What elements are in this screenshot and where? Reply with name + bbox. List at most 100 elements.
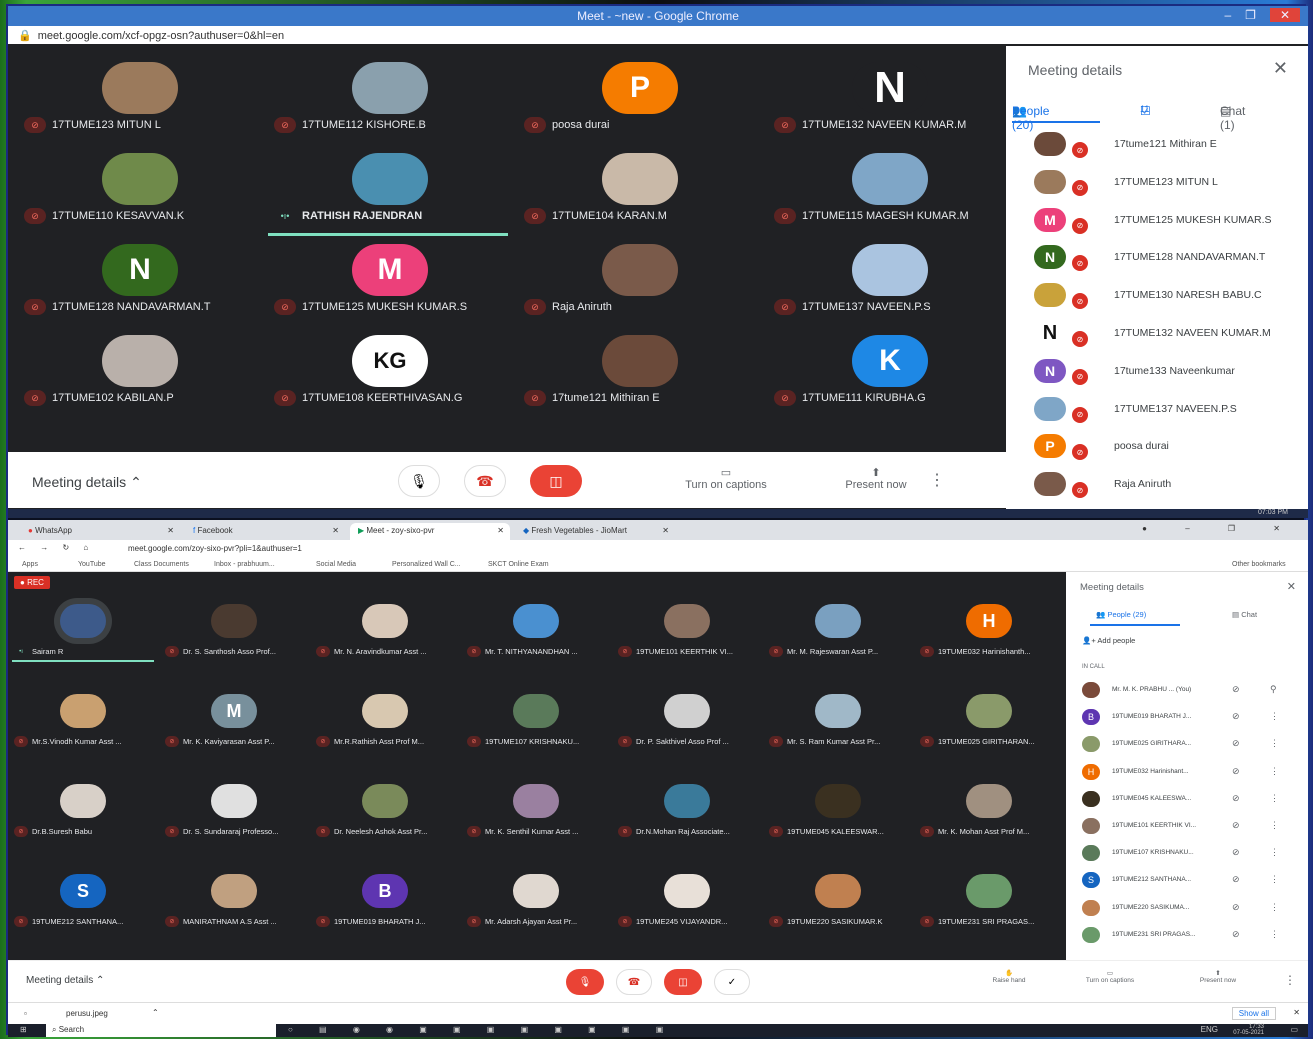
bookmark-item[interactable]: SKCT Online Exam [488,561,549,568]
check-button[interactable]: ✓ [714,969,750,995]
add-people-button[interactable]: 👤+ Add people [1082,636,1135,645]
captions-button[interactable]: ▭ Turn on captions [1070,969,1150,984]
more-options-icon[interactable]: ⋮ [1270,929,1279,940]
close-icon[interactable]: ✕ [1293,1008,1300,1017]
participant-row[interactable]: 19TUME101 KEERTHIK VI... ⊘ ⋮ [1066,812,1308,839]
tab-3[interactable]: ◆ Fresh Vegetables - JioMart ✕ [515,523,675,540]
participant-tile[interactable]: ⊘ 17TUME102 KABILAN.P [14,329,262,420]
participant-tile[interactable]: ⊘ MANIRATHNAM A.S Asst ... [159,862,309,952]
participant-tile[interactable]: ⊘ Dr.B.Suresh Babu [8,772,158,862]
participant-tile[interactable]: KG ⊘ 17TUME108 KEERTHIVASAN.G [264,329,512,420]
participant-tile[interactable]: ⊘ 19TUME231 SRI PRAGAS... [914,862,1064,952]
tab-chat[interactable]: ▤ Chat [1232,610,1257,619]
participant-tile[interactable]: M ⊘ Mr. K. Kaviyarasan Asst P... [159,682,309,772]
address-bar[interactable]: ← → ↻ ⌂ meet.google.com/zoy-sixo-pvr?pli… [8,540,1308,558]
bookmark-item[interactable]: Personalized Wall C... [392,561,461,568]
mic-button[interactable]: 🎙 [398,465,440,497]
participant-row[interactable]: B 19TUME019 BHARATH J... ⊘ ⋮ [1066,703,1308,730]
participant-row[interactable]: ⊘ 17TUME137 NAVEEN.P.S [1006,393,1308,429]
participant-row[interactable]: S 19TUME212 SANTHANA... ⊘ ⋮ [1066,866,1308,893]
participant-tile[interactable]: H ⊘ 19TUME032 Harinishanth... [914,592,1064,682]
close-icon[interactable]: ✕ [1287,580,1296,593]
mic-off-button[interactable]: 🎙 [566,969,604,995]
address-bar[interactable]: 🔒 meet.google.com/xcf-opgz-osn?authuser=0… [8,26,1308,44]
participant-tile[interactable]: ⊘ Mr. Adarsh Ajayan Asst Pr... [461,862,611,952]
more-options-icon[interactable]: ⋮ [922,470,952,490]
windows-start-icon[interactable]: ⊞ [20,1025,27,1034]
participant-tile[interactable]: •ı Sairam R [8,592,158,682]
present-now-button[interactable]: ⬆ Present now [1178,969,1258,984]
bookmark-item[interactable]: Apps [22,561,38,568]
more-options-icon[interactable]: ⋮ [1270,902,1279,913]
participant-row[interactable]: 19TUME231 SRI PRAGAS... ⊘ ⋮ [1066,921,1308,948]
participant-tile[interactable]: ⊘ 17TUME123 MITUN L [14,56,262,147]
bookmark-item[interactable]: Class Documents [134,561,189,568]
more-options-icon[interactable]: ⋮ [1270,820,1279,831]
participant-tile[interactable]: ⊘ 17TUME137 NAVEEN.P.S [764,238,1012,329]
participant-tile[interactable]: ⊘ Mr. S. Ram Kumar Asst Pr... [763,682,913,772]
participant-tile[interactable]: ⊘ 19TUME220 SASIKUMAR.K [763,862,913,952]
tab-close-icon[interactable]: ✕ [332,526,339,535]
bookmark-item[interactable]: Inbox - prabhuum... [214,561,275,568]
nav-icons[interactable]: ← → ↻ ⌂ [18,543,94,552]
participant-tile[interactable]: ⊘ 17tume121 Mithiran E [514,329,762,420]
participant-tile[interactable]: ⊘ 19TUME101 KEERTHIK VI... [612,592,762,682]
minimize-icon[interactable]: – [1224,8,1231,22]
participant-tile[interactable]: P ⊘ poosa durai [514,56,762,147]
participant-tile[interactable]: S ⊘ 19TUME212 SANTHANA... [8,862,158,952]
close-window-icon[interactable]: ✕ [1269,8,1300,22]
more-options-icon[interactable]: ⋮ [1270,738,1279,749]
participant-row[interactable]: M ⊘ 17TUME125 MUKESH KUMAR.S [1006,204,1308,240]
participant-tile[interactable]: ⊘ Mr. K. Mohan Asst Prof M... [914,772,1064,862]
participant-tile[interactable]: ⊘ Mr.R.Rathish Asst Prof M... [310,682,460,772]
meeting-details-button[interactable]: Meeting details ⌃ [32,474,142,491]
tab-2[interactable]: ▶ Meet - zoy-sixo-pvr ✕ [350,523,510,540]
participant-tile[interactable]: ⊘ Dr. Neelesh Ashok Asst Pr... [310,772,460,862]
restore-icon[interactable]: ❐ [1245,8,1256,22]
camera-off-button[interactable]: ◫ [530,465,582,497]
more-options-icon[interactable]: ⋮ [1270,793,1279,804]
participant-tile[interactable]: ⊘ Raja Aniruth [514,238,762,329]
pin-icon[interactable]: ⚲ [1270,684,1277,695]
participant-tile[interactable]: •ı• RATHISH RAJENDRAN [264,147,512,238]
participant-tile[interactable]: ⊘ Mr.S.Vinodh Kumar Asst ... [8,682,158,772]
participant-row[interactable]: ⊘ Raja Aniruth [1006,468,1308,504]
participant-row[interactable]: 19TUME220 SASIKUMA... ⊘ ⋮ [1066,894,1308,921]
participant-tile[interactable]: N ⊘ 17TUME128 NANDAVARMAN.T [14,238,262,329]
close-icon[interactable]: ✕ [1273,58,1288,79]
taskbar-search[interactable]: ⌕ Search [46,1024,276,1037]
tab-close-icon[interactable]: ✕ [662,526,669,535]
participant-tile[interactable]: M ⊘ 17TUME125 MUKESH KUMAR.S [264,238,512,329]
participant-tile[interactable]: ⊘ Mr. T. NITHYANANDHAN ... [461,592,611,682]
participant-row[interactable]: 19TUME025 GIRITHARA... ⊘ ⋮ [1066,730,1308,757]
chevron-up-icon[interactable]: ⌃ [152,1008,159,1017]
participant-tile[interactable]: ⊘ 17TUME104 KARAN.M [514,147,762,238]
participant-tile[interactable]: ⊘ Mr. K. Senthil Kumar Asst ... [461,772,611,862]
participant-tile[interactable]: ⊘ Dr. S. Santhosh Asso Prof... [159,592,309,682]
tab-close-icon[interactable]: ✕ [167,526,174,535]
participant-tile[interactable]: ⊘ Mr. N. Aravindkumar Asst ... [310,592,460,682]
show-all-button[interactable]: Show all [1231,1007,1276,1020]
bookmark-item[interactable]: Social Media [316,561,356,568]
more-options-icon[interactable]: ⋮ [1270,711,1279,722]
participant-tile[interactable]: ⊘ 17TUME115 MAGESH KUMAR.M [764,147,1012,238]
participant-row[interactable]: 19TUME045 KALEESWA... ⊘ ⋮ [1066,785,1308,812]
more-options-icon[interactable]: ⋮ [1270,874,1279,885]
participant-row[interactable]: ⊘ 17tume121 Mithiran E [1006,128,1308,164]
tab-1[interactable]: f Facebook ✕ [185,523,345,540]
participant-tile[interactable]: K ⊘ 17TUME111 KIRUBHA.G [764,329,1012,420]
more-options-icon[interactable]: ⋮ [1270,766,1279,777]
participant-row[interactable]: H 19TUME032 Harinishant... ⊘ ⋮ [1066,758,1308,785]
participant-tile[interactable]: ⊘ Dr. P. Sakthivel Asso Prof ... [612,682,762,772]
participant-row[interactable]: 19TUME107 KRISHNAKU... ⊘ ⋮ [1066,839,1308,866]
participant-row[interactable]: P ⊘ poosa durai [1006,430,1308,466]
participant-tile[interactable]: ⊘ 19TUME045 KALEESWAR... [763,772,913,862]
more-options-icon[interactable]: ⋮ [1270,847,1279,858]
tab-0[interactable]: ● WhatsApp ✕ [20,523,180,540]
raise-hand-button[interactable]: ✋ Raise hand [974,969,1044,984]
participant-row[interactable]: N ⊘ 17TUME128 NANDAVARMAN.T [1006,241,1308,277]
participant-row[interactable]: N ⊘ 17tume133 Naveenkumar [1006,355,1308,391]
meeting-details-button[interactable]: Meeting details ⌃ [26,975,104,986]
present-now-button[interactable]: ⬆ Present now [821,466,931,491]
captions-button[interactable]: ▭ Turn on captions [671,466,781,491]
